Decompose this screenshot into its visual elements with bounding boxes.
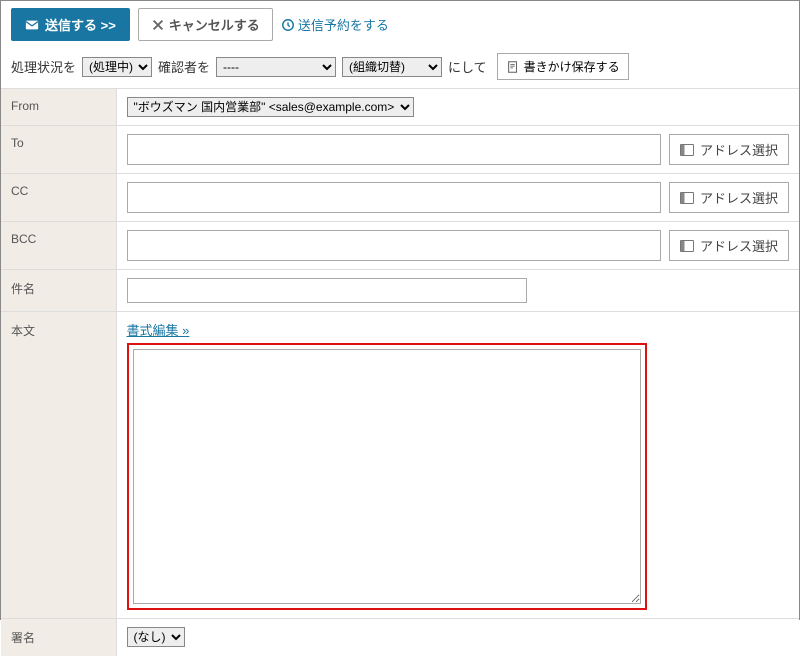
org-select[interactable]: (組織切替) bbox=[342, 57, 442, 77]
status-select[interactable]: (処理中) bbox=[82, 57, 152, 77]
subject-input[interactable] bbox=[127, 278, 527, 303]
body-highlight-wrapper bbox=[127, 343, 647, 610]
save-draft-button[interactable]: 書きかけ保存する bbox=[497, 53, 629, 80]
confirmer-select[interactable]: ---- bbox=[216, 57, 336, 77]
subject-label: 件名 bbox=[1, 270, 116, 312]
cancel-button[interactable]: キャンセルする bbox=[138, 8, 273, 41]
save-draft-label: 書きかけ保存する bbox=[524, 58, 620, 75]
to-input[interactable] bbox=[127, 134, 661, 165]
draft-icon bbox=[506, 60, 520, 74]
from-row: From "ボウズマン 国内営業部" <sales@example.com> bbox=[1, 89, 799, 126]
bcc-row: BCC アドレス選択 bbox=[1, 222, 799, 270]
from-label: From bbox=[1, 89, 116, 126]
signature-row: 署名 (なし) bbox=[1, 619, 799, 656]
clock-icon bbox=[281, 18, 295, 32]
send-button-label: 送信する >> bbox=[45, 15, 116, 34]
address-book-icon bbox=[680, 144, 694, 156]
status-label: 処理状況を bbox=[11, 57, 76, 76]
subject-row: 件名 bbox=[1, 270, 799, 312]
to-label: To bbox=[1, 126, 116, 174]
format-edit-link[interactable]: 書式編集 » bbox=[127, 323, 190, 338]
to-addr-select-button[interactable]: アドレス選択 bbox=[669, 134, 789, 165]
mail-icon bbox=[25, 18, 39, 32]
addr-select-label: アドレス選択 bbox=[700, 188, 778, 207]
close-icon bbox=[151, 18, 165, 32]
compose-form: From "ボウズマン 国内営業部" <sales@example.com> T… bbox=[1, 88, 799, 656]
cc-addr-select-button[interactable]: アドレス選択 bbox=[669, 182, 789, 213]
filter-suffix-label: にして bbox=[448, 57, 487, 76]
addr-select-label: アドレス選択 bbox=[700, 140, 778, 159]
address-book-icon bbox=[680, 192, 694, 204]
body-row: 本文 書式編集 » bbox=[1, 312, 799, 619]
signature-select[interactable]: (なし) bbox=[127, 627, 185, 647]
bcc-addr-select-button[interactable]: アドレス選択 bbox=[669, 230, 789, 261]
send-button[interactable]: 送信する >> bbox=[11, 8, 130, 41]
addr-select-label: アドレス選択 bbox=[700, 236, 778, 255]
cc-input[interactable] bbox=[127, 182, 661, 213]
reserve-send-label: 送信予約をする bbox=[298, 15, 389, 34]
from-select[interactable]: "ボウズマン 国内営業部" <sales@example.com> bbox=[127, 97, 414, 117]
bcc-label: BCC bbox=[1, 222, 116, 270]
filter-bar: 処理状況を (処理中) 確認者を ---- (組織切替) にして 書きかけ保存す… bbox=[1, 45, 799, 88]
to-row: To アドレス選択 bbox=[1, 126, 799, 174]
cc-row: CC アドレス選択 bbox=[1, 174, 799, 222]
confirmer-label: 確認者を bbox=[158, 57, 210, 76]
reserve-send-link[interactable]: 送信予約をする bbox=[281, 15, 389, 34]
cc-label: CC bbox=[1, 174, 116, 222]
body-textarea[interactable] bbox=[133, 349, 641, 604]
main-toolbar: 送信する >> キャンセルする 送信予約をする bbox=[1, 1, 799, 45]
cancel-button-label: キャンセルする bbox=[169, 15, 260, 34]
address-book-icon bbox=[680, 240, 694, 252]
signature-label: 署名 bbox=[1, 619, 116, 656]
bcc-input[interactable] bbox=[127, 230, 661, 261]
body-label: 本文 bbox=[1, 312, 116, 619]
